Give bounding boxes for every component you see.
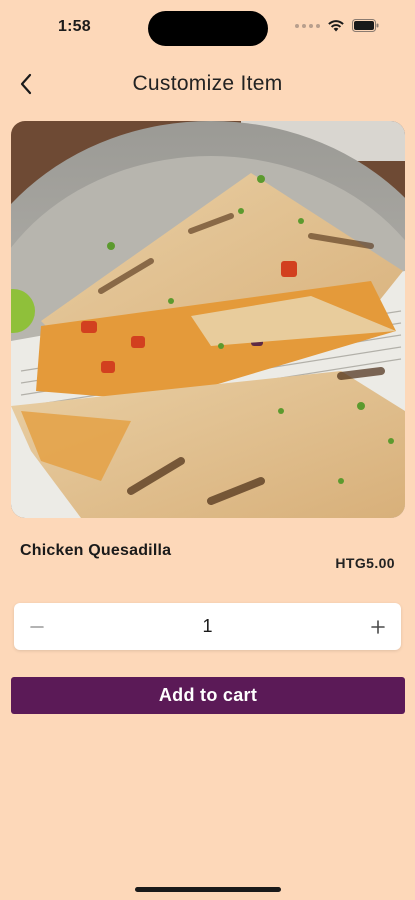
decrease-quantity-button[interactable] bbox=[14, 603, 60, 650]
quantity-stepper: 1 bbox=[14, 603, 401, 650]
page-title: Customize Item bbox=[132, 72, 283, 95]
item-price: HTG5.00 bbox=[335, 555, 395, 571]
item-name: Chicken Quesadilla bbox=[20, 542, 172, 559]
status-time: 1:58 bbox=[58, 18, 91, 35]
quesadilla-photo bbox=[11, 121, 405, 518]
quantity-value: 1 bbox=[202, 616, 213, 636]
home-indicator[interactable] bbox=[135, 887, 281, 892]
add-to-cart-button[interactable]: Add to cart bbox=[11, 677, 405, 714]
minus-icon bbox=[30, 625, 44, 628]
status-icons bbox=[295, 19, 379, 32]
status-bar: 1:58 bbox=[0, 0, 415, 56]
battery-icon bbox=[352, 19, 379, 32]
header: Customize Item bbox=[0, 62, 415, 106]
plus-icon bbox=[371, 619, 385, 634]
item-image bbox=[11, 121, 405, 518]
customize-item-screen: 1:58 Customize Item Chicken Quesadilla H… bbox=[0, 0, 415, 900]
increase-quantity-button[interactable] bbox=[355, 603, 401, 650]
wifi-icon bbox=[328, 20, 344, 32]
dynamic-island bbox=[148, 11, 268, 46]
cellular-signal-icon bbox=[295, 23, 320, 28]
